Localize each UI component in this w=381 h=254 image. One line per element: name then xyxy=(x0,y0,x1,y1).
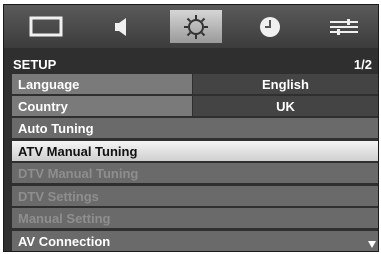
country-label: Country xyxy=(18,99,68,114)
menu-item-dtv-settings: DTV Settings xyxy=(12,186,378,206)
menu-category-bar xyxy=(4,5,378,48)
menu-title: SETUP xyxy=(13,57,57,72)
language-value-field[interactable]: English xyxy=(193,74,378,94)
menu-item-manual-setting: Manual Setting xyxy=(12,208,378,228)
language-label: Language xyxy=(18,77,80,92)
sound-icon xyxy=(115,17,126,36)
language-value: English xyxy=(262,77,309,92)
manual-setting-label: Manual Setting xyxy=(18,211,111,226)
setup-gear-icon xyxy=(184,14,208,39)
menu-item-language[interactable]: Language English xyxy=(12,74,378,94)
tv-osd-panel: SETUP 1/2 Language English Country UK Au… xyxy=(3,4,379,252)
clock-icon xyxy=(260,16,280,37)
menu-item-av-connection[interactable]: AV Connection xyxy=(12,231,378,251)
dtv-settings-label: DTV Settings xyxy=(18,189,99,204)
menu-item-auto-tuning[interactable]: Auto Tuning xyxy=(12,118,378,138)
scroll-down-icon[interactable] xyxy=(368,241,376,248)
menu-item-dtv-manual-tuning: DTV Manual Tuning xyxy=(12,163,378,183)
menu-item-atv-manual-tuning[interactable]: ATV Manual Tuning xyxy=(12,141,378,161)
tab-picture[interactable] xyxy=(20,10,72,43)
auto-tuning-label: Auto Tuning xyxy=(18,121,94,136)
dtv-manual-tuning-label: DTV Manual Tuning xyxy=(18,166,139,181)
picture-icon xyxy=(29,16,63,36)
menu-header: SETUP 1/2 xyxy=(4,53,378,74)
tab-sound[interactable] xyxy=(95,10,147,43)
tab-timer[interactable] xyxy=(244,10,296,43)
country-value-field[interactable]: UK xyxy=(193,96,378,116)
menu-item-country[interactable]: Country UK xyxy=(12,96,378,116)
tab-options[interactable] xyxy=(318,10,370,43)
tab-setup[interactable] xyxy=(170,10,222,43)
atv-manual-tuning-label: ATV Manual Tuning xyxy=(18,144,138,159)
options-sliders-icon xyxy=(330,18,358,35)
country-value: UK xyxy=(276,99,295,114)
av-connection-label: AV Connection xyxy=(18,234,111,249)
page-indicator: 1/2 xyxy=(353,57,372,72)
